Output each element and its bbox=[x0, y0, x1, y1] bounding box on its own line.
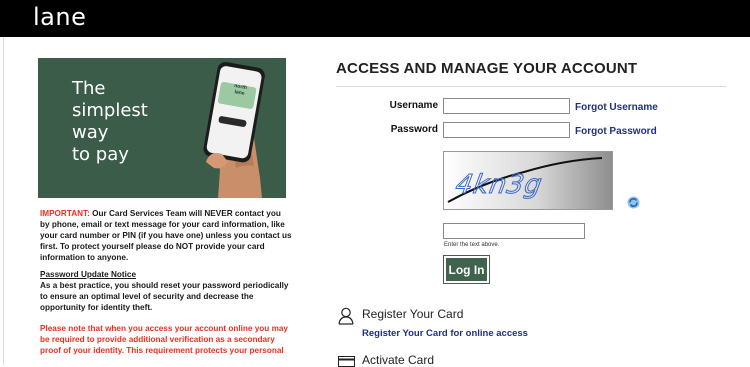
captcha-text: 4kn3g bbox=[453, 170, 545, 201]
captcha-input[interactable] bbox=[443, 223, 585, 239]
promo-headline: The simplest way to pay bbox=[72, 78, 148, 165]
brand-logo[interactable]: lane bbox=[33, 3, 86, 31]
register-card-link[interactable]: Register Your Card for online access bbox=[362, 328, 528, 339]
password-label: Password bbox=[390, 124, 438, 135]
password-notice-text: As a best practice, you should reset you… bbox=[40, 281, 289, 312]
register-card-heading: Register Your Card bbox=[362, 307, 464, 321]
password-notice-heading: Password Update Notice bbox=[40, 270, 136, 279]
page-title: ACCESS AND MANAGE YOUR ACCOUNT bbox=[336, 60, 638, 77]
login-button-frame: Log In bbox=[443, 255, 490, 284]
forgot-username-link[interactable]: Forgot Username bbox=[575, 102, 658, 113]
title-divider bbox=[336, 86, 726, 87]
top-header-bar: lane bbox=[0, 0, 750, 37]
important-notice: IMPORTANT: Our Card Services Team will N… bbox=[40, 208, 292, 263]
password-input[interactable] bbox=[443, 122, 570, 138]
username-input[interactable] bbox=[443, 98, 570, 114]
security-notices: IMPORTANT: Our Card Services Team will N… bbox=[40, 208, 292, 362]
user-icon bbox=[338, 307, 354, 325]
card-icon bbox=[338, 356, 355, 367]
refresh-captcha-icon[interactable] bbox=[627, 196, 640, 209]
captcha-image: 4kn3g bbox=[443, 151, 613, 210]
important-label: IMPORTANT: bbox=[40, 209, 90, 218]
username-label: Username bbox=[389, 100, 438, 111]
password-notice: Password Update Notice As a best practic… bbox=[40, 269, 292, 313]
verification-notice: Please note that when you access your ac… bbox=[40, 324, 288, 355]
login-button[interactable]: Log In bbox=[446, 258, 487, 281]
forgot-password-link[interactable]: Forgot Password bbox=[575, 126, 657, 137]
promo-banner: The simplest way to pay north lane bbox=[38, 58, 286, 198]
captcha-hint: Enter the text above. bbox=[444, 242, 500, 248]
